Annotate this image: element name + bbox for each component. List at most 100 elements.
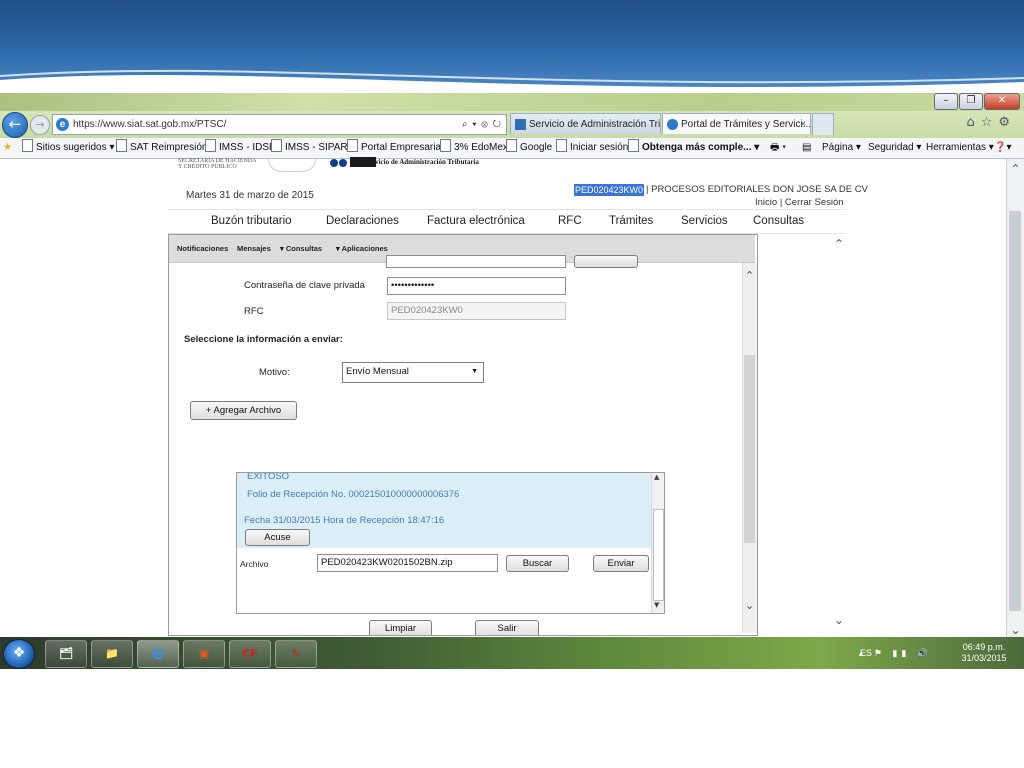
clear-button[interactable]: Limpiar [369,620,432,635]
menu-declaraciones[interactable]: Declaraciones [326,210,399,233]
subnav-notificaciones[interactable]: Notificaciones [177,235,228,262]
address-bar[interactable]: e https://www.siat.sat.gob.mx/PTSC/ ⌕ ▾ … [52,114,507,135]
tab-label: Servicio de Administración Tri... [529,119,661,130]
tab-sat-service[interactable]: Servicio de Administración Tri... [510,113,661,134]
home-favorites-settings-icons[interactable]: ⌂☆⚙ [966,115,1016,130]
certificate-field-partial[interactable] [386,255,566,268]
favorite-imss-idse[interactable]: IMSS - IDSE [205,138,276,158]
title-bar: – ❐ ✕ [0,93,1024,111]
sat-subtitle: Servicio de Administración Tributaria [365,158,479,166]
clock-time: 06:49 p.m. [962,642,1006,652]
upload-scrollbar[interactable]: ▲ ▼ [651,473,664,613]
status-badge: EXITOSO [247,472,290,482]
shcp-seal-icon [268,159,316,172]
current-date: Martes 31 de marzo de 2015 [186,190,314,201]
tab-portal-tramites[interactable]: Portal de Trámites y Servici... × [662,113,811,134]
explorer-icon[interactable]: 📁 [91,640,133,668]
upload-form: Contraseña de clave privada ••••••••••••… [169,255,739,635]
page-icon[interactable]: ▤ [802,138,811,158]
menu-tramites[interactable]: Trámites [609,210,653,233]
favorite-edomex[interactable]: 3% EdoMex [440,138,508,158]
folder-icon[interactable]: 🗂 [45,640,87,668]
rfc-label: RFC [244,306,264,317]
close-window-button[interactable]: ✕ [984,93,1020,110]
internet-explorer-icon[interactable]: e [137,640,179,668]
subnav-consultas[interactable]: ▾ Consultas [280,235,322,262]
header-links[interactable]: Inicio | Cerrar Sesión [755,197,844,209]
pdf-icon[interactable]: ✎ [275,640,317,668]
file-path-input[interactable]: PED020423KW0201502BN.zip [317,554,498,572]
subnav-aplicaciones[interactable]: ▾ Aplicaciones [336,235,388,262]
certificate-search-button-partial[interactable] [574,255,638,268]
scroll-up-icon[interactable]: ⌃ [1007,161,1024,178]
private-key-password-input[interactable]: ••••••••••••• [387,277,566,295]
windows-start-icon[interactable]: ❖ [3,639,35,669]
shcp-text: SECRETARÍA DE HACIENDA Y CRÉDITO PÚBLICO [178,158,257,170]
outer-scroll-up-icon[interactable]: ⌃ [834,237,844,251]
send-button[interactable]: Enviar [593,555,649,572]
frame-scrollbar[interactable]: ⌃ ⌄ [742,263,757,633]
restore-button[interactable]: ❐ [959,93,983,110]
security-menu[interactable]: Seguridad ▾ [868,138,921,158]
chevron-down-icon: ▼ [471,368,478,375]
menu-servicios[interactable]: Servicios [681,210,728,233]
favorite-sitios-sugeridos[interactable]: Sitios sugeridos ▾ [22,138,114,158]
motivo-select[interactable]: Envío Mensual ▼ [342,362,484,383]
rfc-input: PED020423KW0 [387,302,566,320]
favorite-iniciar-sesion[interactable]: Iniciar sesión [556,138,628,158]
search-file-button[interactable]: Buscar [506,555,569,572]
system-clock[interactable]: 06:49 p.m. 31/03/2015 [956,642,1012,664]
reception-folio: Folio de Recepción No. 00021501000000000… [247,489,460,500]
tab-label: Portal de Trámites y Servici... [681,119,811,130]
subnav-mensajes[interactable]: Mensajes [237,235,271,262]
site-header: SECRETARÍA DE HACIENDA Y CRÉDITO PÚBLICO [168,158,858,177]
address-tools-icon[interactable]: ⌕ ▾ ⊗ ↻ [462,115,502,134]
scroll-thumb[interactable] [1009,211,1021,611]
close-tab-icon[interactable]: × [800,114,806,134]
forward-arrow-icon[interactable]: → [30,115,50,135]
ie-favicon-icon [667,119,678,130]
favorites-star-icon[interactable]: ★ [3,138,15,158]
company-name: | PROCESOS EDITORIALES DON JOSE SA DE CV [646,184,868,195]
tray-icons[interactable]: ▴ ⚑ ▮▮ 🔊 [859,648,932,659]
menu-rfc[interactable]: RFC [558,210,582,233]
presentation-icon[interactable]: ▣ [183,640,225,668]
main-menu: Buzón tributario Declaraciones Factura e… [168,209,846,234]
acuse-button[interactable]: Acuse [245,529,310,546]
sat-logo-icon [330,157,376,171]
favorite-obtenga-mas[interactable]: Obtenga más comple... ▾ [628,138,759,158]
favorite-imss-sipare[interactable]: IMSS - SIPARE [271,138,354,158]
page-scrollbar[interactable]: ⌃ ⌄ [1006,159,1024,641]
success-panel: EXITOSO Folio de Recepción No. 000215010… [237,473,651,548]
new-tab-button[interactable] [812,113,834,135]
add-file-button[interactable]: + Agregar Archivo [190,401,297,420]
tools-menu[interactable]: Herramientas ▾ [926,138,994,158]
upload-result-frame: EXITOSO Folio de Recepción No. 000215010… [236,472,665,614]
favorite-google[interactable]: Google [506,138,552,158]
menu-factura-electronica[interactable]: Factura electrónica [427,210,525,233]
favorite-portal-empresarial[interactable]: Portal Empresarial [347,138,443,158]
clock-date: 31/03/2015 [961,653,1007,663]
help-icon[interactable]: ❓▾ [994,138,1011,158]
navigation-bar: ← → e https://www.siat.sat.gob.mx/PTSC/ … [0,111,1024,138]
menu-buzon-tributario[interactable]: Buzón tributario [211,210,292,233]
sat-favicon-icon [515,119,526,130]
coldfusion-icon[interactable]: CF [229,640,271,668]
user-rfc: PED020423KW0 [574,184,645,196]
print-icon[interactable]: 🖶 ▾ [770,138,786,158]
page-menu[interactable]: Página ▾ [822,138,861,158]
windows-taskbar: ❖ 🗂 📁 e ▣ CF ✎ ES ▴ ⚑ ▮▮ 🔊 06:49 p.m. 31… [0,637,1024,669]
web-page: SECRETARÍA DE HACIENDA Y CRÉDITO PÚBLICO… [0,157,1024,641]
declaration-frame: Notificaciones Mensajes ▾ Consultas ▾ Ap… [168,234,758,636]
back-arrow-icon[interactable]: ← [2,112,28,138]
minimize-button[interactable]: – [934,93,958,110]
browser-window: – ❐ ✕ ← → e https://www.siat.sat.gob.mx/… [0,93,1024,669]
private-key-password-label: Contraseña de clave privada [244,280,365,291]
address-url[interactable]: https://www.siat.sat.gob.mx/PTSC/ [73,115,226,134]
reception-date: Fecha 31/03/2015 Hora de Recepción 18:47… [244,515,445,526]
outer-scroll-down-icon[interactable]: ⌄ [834,613,844,627]
menu-consultas[interactable]: Consultas [753,210,804,233]
exit-button[interactable]: Salir [475,620,539,635]
favorite-sat-reimpresion[interactable]: SAT Reimpresión [116,138,207,158]
favorites-bar: ★ Sitios sugeridos ▾ SAT Reimpresión IMS… [0,138,1024,159]
